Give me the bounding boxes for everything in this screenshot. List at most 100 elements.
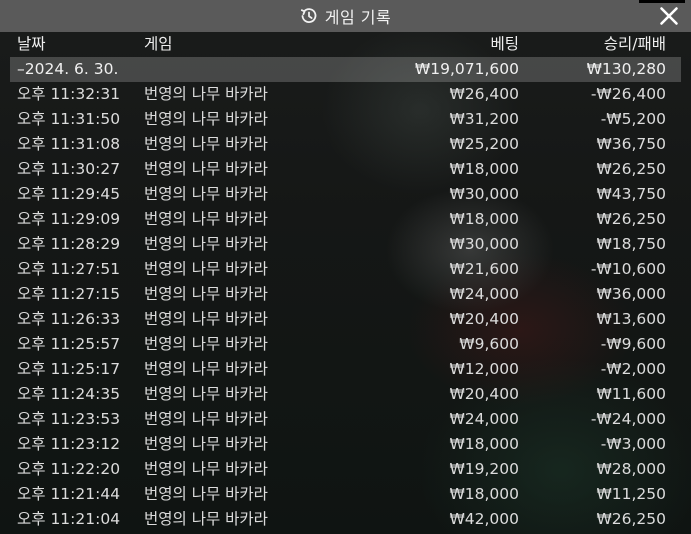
table-row[interactable]: 오후 11:23:12 번영의 나무 바카라 ₩18,000 -₩3,000 <box>10 432 681 457</box>
row-win-loss: -₩3,000 <box>600 435 666 453</box>
row-bet: ₩21,600 <box>449 260 519 278</box>
row-game: 번영의 나무 바카라 <box>144 385 268 403</box>
row-game: 번영의 나무 바카라 <box>144 135 268 153</box>
row-bet: ₩18,000 <box>449 210 519 228</box>
table-row[interactable]: 오후 11:29:45 번영의 나무 바카라 ₩30,000 ₩43,750 <box>10 182 681 207</box>
row-bet: ₩24,000 <box>449 410 519 428</box>
row-game: 번영의 나무 바카라 <box>144 335 268 353</box>
row-win-loss: ₩13,600 <box>596 310 666 328</box>
table-row[interactable]: 오후 11:26:33 번영의 나무 바카라 ₩20,400 ₩13,600 <box>10 307 681 332</box>
row-time: 오후 11:23:12 <box>17 435 121 453</box>
date-group-win-loss-total: ₩130,280 <box>586 60 666 78</box>
table-header: 날짜 게임 베팅 승리/패배 <box>10 32 681 57</box>
row-time: 오후 11:27:15 <box>17 285 121 303</box>
table-row[interactable]: 오후 11:29:09 번영의 나무 바카라 ₩18,000 ₩26,250 <box>10 207 681 232</box>
row-time: 오후 11:31:50 <box>17 110 121 128</box>
row-time: 오후 11:30:27 <box>17 160 121 178</box>
row-game: 번영의 나무 바카라 <box>144 460 268 478</box>
table-row[interactable]: 오후 11:23:53 번영의 나무 바카라 ₩24,000 -₩24,000 <box>10 407 681 432</box>
row-time: 오후 11:28:29 <box>17 235 121 253</box>
table-row[interactable]: 오후 11:27:15 번영의 나무 바카라 ₩24,000 ₩36,000 <box>10 282 681 307</box>
row-bet: ₩31,200 <box>449 110 519 128</box>
row-game: 번영의 나무 바카라 <box>144 410 268 428</box>
row-bet: ₩20,400 <box>449 310 519 328</box>
row-bet: ₩25,200 <box>449 135 519 153</box>
row-win-loss: ₩43,750 <box>596 185 666 203</box>
table-row[interactable]: 오후 11:25:17 번영의 나무 바카라 ₩12,000 -₩2,000 <box>10 357 681 382</box>
table-row[interactable]: 오후 11:32:31 번영의 나무 바카라 ₩26,400 -₩26,400 <box>10 82 681 107</box>
row-game: 번영의 나무 바카라 <box>144 160 268 178</box>
row-bet: ₩26,400 <box>449 85 519 103</box>
row-win-loss: -₩10,600 <box>590 260 666 278</box>
row-bet: ₩12,000 <box>449 360 519 378</box>
row-game: 번영의 나무 바카라 <box>144 210 268 228</box>
row-time: 오후 11:27:51 <box>17 260 121 278</box>
date-group-row[interactable]: –2024. 6. 30. ₩19,071,600 ₩130,280 <box>10 57 681 82</box>
table-row[interactable]: 오후 11:25:57 번영의 나무 바카라 ₩9,600 -₩9,600 <box>10 332 681 357</box>
row-win-loss: ₩28,000 <box>596 460 666 478</box>
table-row[interactable]: 오후 11:31:50 번영의 나무 바카라 ₩31,200 -₩5,200 <box>10 107 681 132</box>
row-game: 번영의 나무 바카라 <box>144 510 268 528</box>
row-bet: ₩24,000 <box>449 285 519 303</box>
header-win-loss: 승리/패배 <box>603 35 666 53</box>
row-time: 오후 11:25:17 <box>17 360 121 378</box>
header-date: 날짜 <box>17 35 46 53</box>
row-time: 오후 11:21:04 <box>17 510 121 528</box>
row-win-loss: -₩26,400 <box>590 85 666 103</box>
row-bet: ₩42,000 <box>449 510 519 528</box>
table-row[interactable]: 오후 11:31:08 번영의 나무 바카라 ₩25,200 ₩36,750 <box>10 132 681 157</box>
row-bet: ₩30,000 <box>449 235 519 253</box>
table-row[interactable]: 오후 11:28:29 번영의 나무 바카라 ₩30,000 ₩18,750 <box>10 232 681 257</box>
row-bet: ₩19,200 <box>449 460 519 478</box>
row-time: 오후 11:25:57 <box>17 335 121 353</box>
table-row[interactable]: 오후 11:27:51 번영의 나무 바카라 ₩21,600 -₩10,600 <box>10 257 681 282</box>
row-win-loss: ₩36,750 <box>596 135 666 153</box>
row-bet: ₩9,600 <box>459 335 519 353</box>
row-time: 오후 11:21:44 <box>17 485 121 503</box>
row-win-loss: -₩24,000 <box>590 410 666 428</box>
row-game: 번영의 나무 바카라 <box>144 85 268 103</box>
row-time: 오후 11:23:53 <box>17 410 121 428</box>
row-bet: ₩20,400 <box>449 385 519 403</box>
row-win-loss: ₩26,250 <box>596 160 666 178</box>
window-title: 게임 기록 <box>324 8 392 27</box>
table-row[interactable]: 오후 11:24:35 번영의 나무 바카라 ₩20,400 ₩11,600 <box>10 382 681 407</box>
row-time: 오후 11:31:08 <box>17 135 121 153</box>
row-game: 번영의 나무 바카라 <box>144 235 268 253</box>
row-game: 번영의 나무 바카라 <box>144 285 268 303</box>
date-group-label: –2024. 6. 30. <box>17 60 119 78</box>
history-icon <box>300 7 318 25</box>
row-win-loss: -₩2,000 <box>600 360 666 378</box>
table-row[interactable]: 오후 11:21:04 번영의 나무 바카라 ₩42,000 ₩26,250 <box>10 507 681 532</box>
title-bar: 게임 기록 <box>0 0 691 32</box>
row-game: 번영의 나무 바카라 <box>144 260 268 278</box>
row-win-loss: ₩36,000 <box>596 285 666 303</box>
date-group-bet-total: ₩19,071,600 <box>414 60 519 78</box>
row-win-loss: -₩5,200 <box>600 110 666 128</box>
table-row[interactable]: 오후 11:21:44 번영의 나무 바카라 ₩18,000 ₩11,250 <box>10 482 681 507</box>
row-win-loss: ₩26,250 <box>596 510 666 528</box>
row-win-loss: ₩26,250 <box>596 210 666 228</box>
row-time: 오후 11:26:33 <box>17 310 121 328</box>
row-win-loss: ₩11,250 <box>596 485 666 503</box>
table-row[interactable]: 오후 11:22:20 번영의 나무 바카라 ₩19,200 ₩28,000 <box>10 457 681 482</box>
row-game: 번영의 나무 바카라 <box>144 310 268 328</box>
row-bet: ₩18,000 <box>449 160 519 178</box>
table-row[interactable]: 오후 11:30:27 번영의 나무 바카라 ₩18,000 ₩26,250 <box>10 157 681 182</box>
row-time: 오후 11:24:35 <box>17 385 121 403</box>
row-win-loss: ₩18,750 <box>596 235 666 253</box>
row-game: 번영의 나무 바카라 <box>144 185 268 203</box>
row-win-loss: -₩9,600 <box>600 335 666 353</box>
row-game: 번영의 나무 바카라 <box>144 435 268 453</box>
close-icon[interactable] <box>657 4 681 28</box>
row-time: 오후 11:29:09 <box>17 210 121 228</box>
row-win-loss: ₩11,600 <box>596 385 666 403</box>
row-bet: ₩18,000 <box>449 435 519 453</box>
row-time: 오후 11:29:45 <box>17 185 121 203</box>
title-group: 게임 기록 <box>0 0 691 32</box>
row-time: 오후 11:32:31 <box>17 85 121 103</box>
close-button[interactable] <box>657 4 681 28</box>
header-bet: 베팅 <box>490 35 519 53</box>
row-time: 오후 11:22:20 <box>17 460 121 478</box>
row-game: 번영의 나무 바카라 <box>144 485 268 503</box>
